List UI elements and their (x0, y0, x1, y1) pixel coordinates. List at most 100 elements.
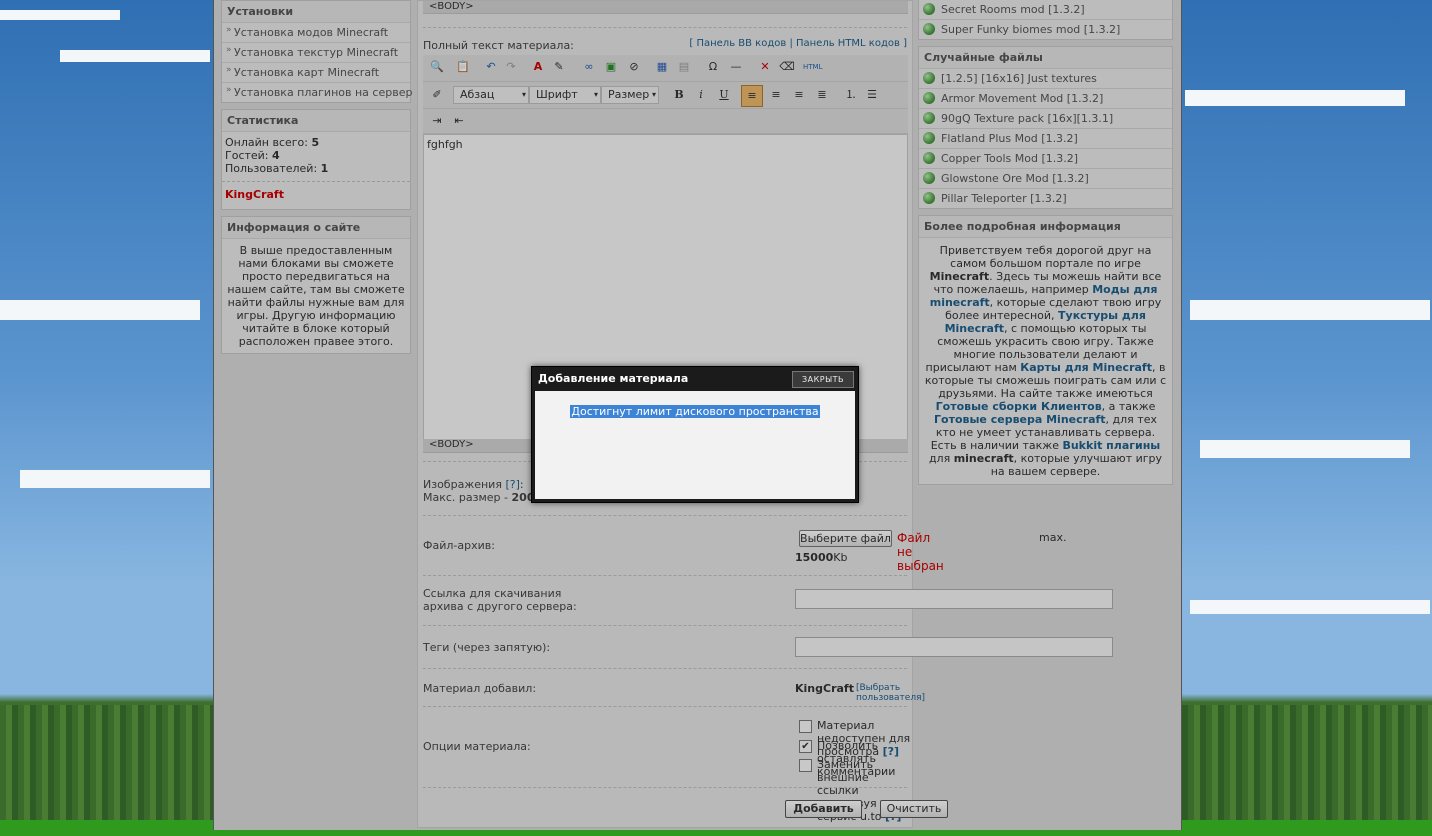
add-material-dialog: Добавление материала ЗАКРЫТЬ Достигнут л… (531, 366, 859, 503)
html-panel-link[interactable]: Панель HTML кодов (796, 38, 900, 49)
random-files-block: Случайные файлы [1.2.5] [16x16] Just tex… (918, 46, 1173, 209)
maps-link[interactable]: Карты для Minecraft (1020, 361, 1152, 374)
ordered-list-icon[interactable]: ⒈ (843, 87, 859, 103)
bg-color-icon[interactable]: ✎ (551, 59, 567, 75)
font-select[interactable]: Шрифт (529, 86, 601, 104)
installs-title: Установки (222, 1, 410, 23)
choose-file-button[interactable]: Выберите файл (799, 530, 892, 547)
servers-link[interactable]: Готовые сервера Minecraft (934, 413, 1106, 426)
align-left-icon[interactable]: ≡ (741, 85, 763, 107)
menu-item-textures[interactable]: Установка текстур Minecraft (222, 43, 410, 63)
about-block: Информация о сайте В выше предоставленны… (221, 216, 411, 354)
size-select[interactable]: Размер (601, 86, 659, 104)
stats-block: Статистика Онлайн всего: 5 Гостей: 4 Пол… (221, 109, 411, 210)
panel-links: [ Панель BB кодов | Панель HTML кодов ] (689, 38, 907, 49)
cloud (1190, 600, 1430, 614)
divider (423, 625, 907, 626)
body-tag-top: <BODY> (423, 1, 908, 14)
about-title: Информация о сайте (222, 217, 410, 239)
file-ball-icon (923, 92, 935, 104)
file-item[interactable]: Copper Tools Mod [1.3.2] (919, 149, 1172, 169)
online-user-link[interactable]: KingCraft (222, 181, 410, 207)
max-label: max. (1039, 531, 1067, 544)
redo-icon[interactable]: ↷ (503, 59, 519, 75)
file-ball-icon (923, 112, 935, 124)
eraser-icon[interactable]: ⌫ (779, 59, 795, 75)
editor-toolbar-3: ⇥ ⇤ (423, 109, 908, 134)
align-center-icon[interactable]: ≡ (768, 87, 784, 103)
file-item[interactable]: Secret Rooms mod [1.3.2] (919, 0, 1172, 20)
file-item[interactable]: Super Funky biomes mod [1.3.2] (919, 20, 1172, 39)
text-color-icon[interactable]: A (530, 59, 546, 75)
stats-title: Статистика (222, 110, 410, 132)
cloud (20, 470, 210, 488)
table-icon[interactable]: ▦ (654, 59, 670, 75)
file-item[interactable]: 90gQ Texture pack [16x][1.3.1] (919, 109, 1172, 129)
image-icon[interactable]: ▣ (603, 59, 619, 75)
editor-toolbar-1: 🔍 📋 ↶ ↷ A ✎ ∞ ▣ ⊘ ▦ ▤ Ω — ✕ ⌫ HTML (423, 55, 908, 82)
menu-item-plugins[interactable]: Установка плагинов на сервер (222, 83, 412, 102)
divider (423, 787, 907, 788)
archive-label: Файл-архив: (423, 539, 495, 552)
dialog-message: Достигнут лимит дискового пространства (570, 405, 820, 418)
align-right-icon[interactable]: ≡ (791, 87, 807, 103)
option-unavailable-checkbox[interactable] (799, 720, 812, 733)
tags-input[interactable] (795, 637, 1113, 657)
menu-item-maps[interactable]: Установка карт Minecraft (222, 63, 410, 83)
file-item[interactable]: [1.2.5] [16x16] Just textures (919, 69, 1172, 89)
dialog-title: Добавление материала (538, 372, 689, 385)
file-item[interactable]: Pillar Teleporter [1.3.2] (919, 189, 1172, 208)
hr-icon[interactable]: — (728, 59, 744, 75)
file-item[interactable]: Glowstone Ore Mod [1.3.2] (919, 169, 1172, 189)
indent-icon[interactable]: ⇥ (429, 113, 445, 129)
file-ball-icon (923, 132, 935, 144)
stat-guests: Гостей: 4 (225, 149, 280, 162)
more-info-text: Приветствуем тебя дорогой друг на самом … (924, 244, 1167, 478)
tags-label: Теги (через запятую): (423, 641, 551, 654)
align-justify-icon[interactable]: ≣ (814, 87, 830, 103)
editor-text: fghfgh (427, 138, 463, 151)
link-icon[interactable]: ∞ (581, 59, 597, 75)
file-item[interactable]: Armor Movement Mod [1.3.2] (919, 89, 1172, 109)
underline-icon[interactable]: U (716, 87, 732, 103)
installs-block: Установки Установка модов Minecraft Уста… (221, 0, 412, 103)
unordered-list-icon[interactable]: ☰ (864, 87, 880, 103)
images-help-link[interactable]: [?] (505, 478, 519, 491)
clients-link[interactable]: Готовые сборки Клиентов (936, 400, 1102, 413)
special-char-icon[interactable]: Ω (705, 59, 721, 75)
cloud (0, 300, 200, 320)
undo-icon[interactable]: ↶ (483, 59, 499, 75)
divider (423, 515, 907, 516)
cloud (1185, 90, 1405, 106)
clear-button[interactable]: Очистить (880, 800, 948, 818)
cloud (1190, 300, 1430, 320)
link-label: Ссылка для скачивания архива с другого с… (423, 587, 577, 613)
added-by-label: Материал добавил: (423, 682, 537, 695)
menu-item-mods[interactable]: Установка модов Minecraft (222, 23, 410, 43)
images-label: Изображения [?]: (423, 478, 524, 491)
file-item[interactable]: Flatland Plus Mod [1.3.2] (919, 129, 1172, 149)
table-edit-icon[interactable]: ▤ (676, 59, 692, 75)
outdent-icon[interactable]: ⇤ (451, 113, 467, 129)
archive-link-input[interactable] (795, 589, 1113, 609)
choose-user-link[interactable]: [Выбрать пользователя] (856, 683, 925, 703)
html-icon[interactable]: HTML (803, 59, 822, 75)
added-by-user: KingCraft (795, 682, 854, 695)
bold-icon[interactable]: B (671, 87, 687, 103)
edit-icon[interactable]: ✐ (429, 87, 445, 103)
editor-toolbar-2: ✐ Абзац Шрифт Размер B i U ≡ ≡ ≡ ≣ ⒈ ☰ (423, 82, 908, 109)
option-uto-checkbox[interactable] (799, 759, 812, 772)
top-files-block: Secret Rooms mod [1.3.2] Super Funky bio… (918, 0, 1173, 40)
no-file-text: Файл не выбран (897, 531, 944, 573)
unlink-icon[interactable]: ⊘ (626, 59, 642, 75)
find-replace-icon[interactable]: 🔍 (429, 59, 445, 75)
paste-icon[interactable]: 📋 (455, 59, 471, 75)
option-comments-checkbox[interactable]: ✔ (799, 740, 812, 753)
italic-icon[interactable]: i (693, 87, 709, 103)
submit-button[interactable]: Добавить (785, 800, 862, 818)
bukkit-link[interactable]: Bukkit плагины (1062, 439, 1160, 452)
bb-panel-link[interactable]: Панель BB кодов (696, 38, 786, 49)
paragraph-select[interactable]: Абзац (453, 86, 529, 104)
dialog-close-button[interactable]: ЗАКРЫТЬ (792, 371, 854, 388)
remove-format-icon[interactable]: ✕ (757, 59, 773, 75)
